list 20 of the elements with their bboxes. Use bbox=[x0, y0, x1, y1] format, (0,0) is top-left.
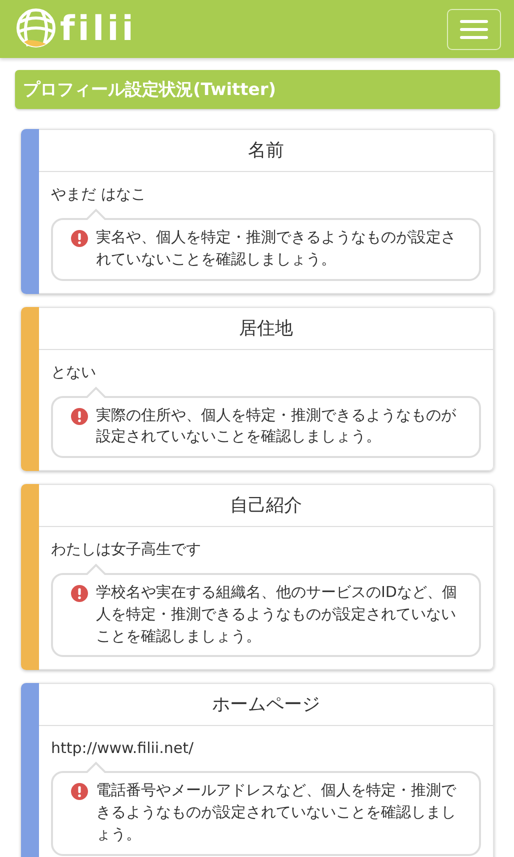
alert-icon bbox=[71, 408, 88, 424]
warning-text: 学校名や実在する組織名、他のサービスのIDなど、個人を特定・推測できるようなものが設定されていないことを確認しましょう。 bbox=[96, 582, 458, 646]
logo-text: filii bbox=[60, 9, 136, 49]
field-label: ホームページ bbox=[39, 684, 493, 726]
field-value: やまだ はなこ bbox=[50, 184, 147, 204]
section-title: プロフィール設定状況(Twitter) bbox=[15, 70, 500, 109]
alert-icon bbox=[71, 585, 88, 602]
field-value: とない bbox=[50, 362, 97, 382]
field-label: 自己紹介 bbox=[39, 485, 493, 527]
globe-logo-icon bbox=[14, 8, 58, 50]
field-value: わたしは女子高生です bbox=[50, 539, 202, 559]
alert-icon bbox=[71, 783, 88, 800]
field-value: http://www.filii.net/ bbox=[50, 738, 195, 758]
menu-button[interactable] bbox=[447, 8, 501, 50]
alert-icon bbox=[71, 230, 88, 247]
field-label: 名前 bbox=[39, 130, 493, 172]
warning-text: 電話番号やメールアドレスなど、個人を特定・推測できるようなものが設定されていないことを確認しましょう。 bbox=[96, 780, 458, 845]
warning-text: 実名や、個人を特定・推測できるようなものが設定されていないことを確認しましょう。 bbox=[96, 227, 457, 270]
warning-text: 実際の住所や、個人を特定・推測できるようなものが設定されていないことを確認しましょう。 bbox=[96, 404, 457, 448]
field-label: 居住地 bbox=[39, 308, 493, 350]
